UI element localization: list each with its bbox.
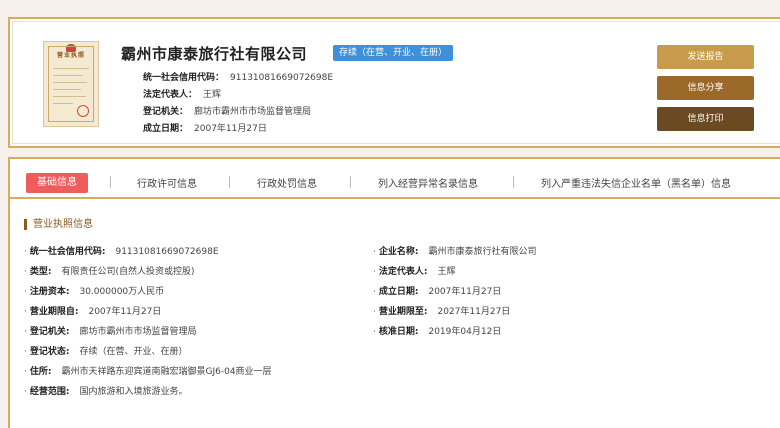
summary-credit-code: 统一社会信用代码： 91131081669072698E: [143, 73, 334, 83]
company-header-card: 营业执照 霸州市康泰旅行社有限公司 存续（在营、开业、在册） 统一社会信用代码：…: [8, 17, 780, 148]
detail-business-scope: · 经营范围: 国内旅游和入境旅游业务。: [24, 387, 188, 397]
tab-admin-penalty[interactable]: 行政处罚信息: [257, 175, 317, 190]
summary-established-date: 成立日期： 2007年11月27日: [143, 124, 267, 134]
tab-admin-license[interactable]: 行政许可信息: [137, 175, 197, 190]
detail-registration-status: · 登记状态: 存续（在营、开业、在册）: [24, 347, 188, 357]
detail-approval-date: · 核准日期: 2019年04月12日: [373, 327, 502, 337]
business-license-thumbnail: 营业执照: [43, 41, 99, 127]
detail-term-from: · 营业期限自: 2007年11月27日: [24, 307, 162, 317]
detail-established-date: · 成立日期: 2007年11月27日: [373, 287, 502, 297]
detail-address: · 住所: 霸州市天祥路东迎宾道南融宏瑞御景GJ6-04商业一层: [24, 367, 272, 377]
print-info-button[interactable]: 信息打印: [657, 107, 754, 131]
detail-registered-capital: · 注册资本: 30.000000万人民币: [24, 287, 165, 297]
tab-abnormal-operation[interactable]: 列入经营异常名录信息: [378, 175, 478, 190]
license-title: 营业执照: [56, 52, 85, 59]
detail-company-name: · 企业名称: 霸州市康泰旅行社有限公司: [373, 247, 537, 257]
company-name: 霸州市康泰旅行社有限公司: [121, 45, 308, 63]
tab-basic-info[interactable]: 基础信息: [26, 173, 88, 193]
send-report-button[interactable]: 发送报告: [657, 45, 754, 69]
detail-term-to: · 营业期限至: 2027年11月27日: [373, 307, 511, 317]
tab-bar: 基础信息 行政许可信息 行政处罚信息 列入经营异常名录信息 列入严重违法失信企业…: [10, 159, 780, 199]
detail-registration-authority: · 登记机关: 廊坊市霸州市市场监督管理局: [24, 327, 197, 337]
share-info-button[interactable]: 信息分享: [657, 76, 754, 100]
detail-type: · 类型: 有限责任公司(自然人投资或控股): [24, 267, 195, 277]
seal-icon: [77, 105, 89, 117]
tab-blacklist[interactable]: 列入严重违法失信企业名单（黑名单）信息: [541, 175, 731, 190]
detail-legal-rep: · 法定代表人: 王辉: [373, 267, 456, 277]
status-badge: 存续（在营、开业、在册）: [333, 45, 454, 61]
summary-registration-authority: 登记机关： 廊坊市霸州市市场监督管理局: [143, 107, 312, 117]
detail-credit-code: · 统一社会信用代码: 91131081669072698E: [24, 247, 219, 257]
section-title-license-info: 营业执照信息: [24, 219, 93, 230]
summary-legal-rep: 法定代表人： 王辉: [143, 90, 222, 100]
